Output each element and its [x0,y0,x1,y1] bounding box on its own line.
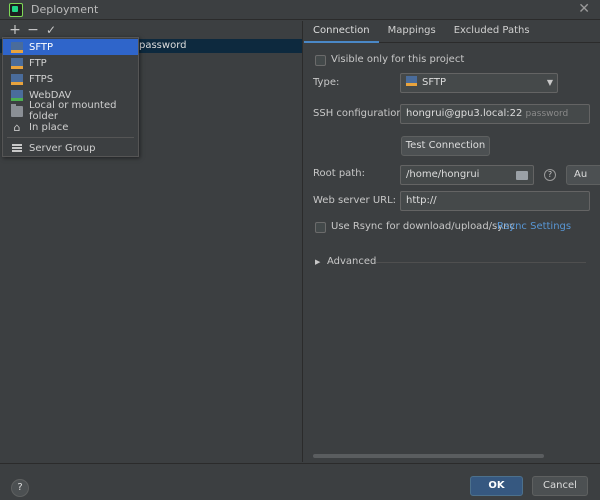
root-path-help-icon[interactable]: ? [544,169,556,181]
server-row-text: password [139,40,187,51]
root-path-input[interactable]: /home/hongrui [400,165,534,185]
pycharm-app-icon [9,2,23,17]
autodetect-button[interactable]: Au [566,165,600,185]
menu-item-ftps[interactable]: FTPS [3,71,138,87]
add-server-button[interactable]: + [6,22,24,38]
rsync-settings-link[interactable]: Rsync Settings [497,221,571,232]
home-icon: ⌂ [13,120,21,134]
type-value: SFTP [422,77,447,88]
tab-excluded-paths[interactable]: Excluded Paths [445,21,539,43]
menu-item-label: In place [29,121,69,133]
server-group-icon [11,143,23,154]
help-button[interactable]: ? [11,479,29,497]
set-default-button[interactable]: ✓ [42,22,60,38]
horizontal-scrollbar[interactable] [313,454,544,458]
web-server-url-value: http:// [406,195,437,206]
menu-item-server-group[interactable]: Server Group [3,140,138,156]
ssh-configuration-label: SSH configuration: [313,108,407,119]
ssh-configuration-value: hongrui@gpu3.local:22 [406,108,523,119]
chevron-right-icon[interactable]: ▶ [315,258,320,266]
sftp-icon [406,76,417,86]
advanced-section-toggle[interactable]: Advanced [327,256,376,267]
title-bar: Deployment ✕ [0,0,600,20]
sftp-icon [11,41,23,53]
type-label: Type: [313,77,340,88]
advanced-divider [376,262,586,263]
visible-only-label: Visible only for this project [331,54,465,65]
root-path-value: /home/hongrui [406,169,480,180]
chevron-down-icon: ▼ [546,78,553,87]
visible-only-checkbox[interactable] [315,55,326,66]
window-title: Deployment [31,3,99,16]
menu-item-label: WebDAV [29,89,72,101]
add-server-popup-menu: SFTP FTP FTPS WebDAV Local or mounted fo… [2,37,139,157]
menu-separator [7,137,134,138]
ssh-configuration-dropdown[interactable]: hongrui@gpu3.local:22 password [400,104,590,124]
type-dropdown[interactable]: SFTP ▼ [400,73,558,93]
tab-connection[interactable]: Connection [304,21,379,43]
test-connection-button[interactable]: Test Connection [401,136,490,156]
tab-mappings[interactable]: Mappings [379,21,445,43]
rsync-label: Use Rsync for download/upload/sync [331,221,515,232]
web-server-url-label: Web server URL: [313,195,397,206]
close-icon[interactable]: ✕ [578,1,590,17]
menu-item-sftp[interactable]: SFTP [3,39,138,55]
remove-server-button[interactable]: − [24,22,42,38]
menu-item-in-place[interactable]: ⌂ In place [3,119,138,135]
ok-button[interactable]: OK [470,476,523,496]
root-path-label: Root path: [313,168,365,179]
menu-item-label: Server Group [29,142,96,154]
menu-item-local-folder[interactable]: Local or mounted folder [3,100,138,122]
ftp-icon [11,57,23,69]
menu-item-ftp[interactable]: FTP [3,55,138,71]
menu-item-label: FTPS [29,73,54,85]
menu-item-label: FTP [29,57,47,69]
browse-folder-icon[interactable] [516,171,528,180]
ssh-auth-hint: password [525,109,569,119]
menu-item-label: SFTP [29,41,54,53]
cancel-button[interactable]: Cancel [532,476,588,496]
web-server-url-input[interactable]: http:// [400,191,590,211]
webdav-icon [11,89,23,101]
rsync-checkbox[interactable] [315,222,326,233]
dialog-footer: ? OK Cancel [0,463,600,500]
settings-tabs: Connection Mappings Excluded Paths [304,21,600,43]
folder-icon [11,103,23,117]
ftps-icon [11,73,23,85]
